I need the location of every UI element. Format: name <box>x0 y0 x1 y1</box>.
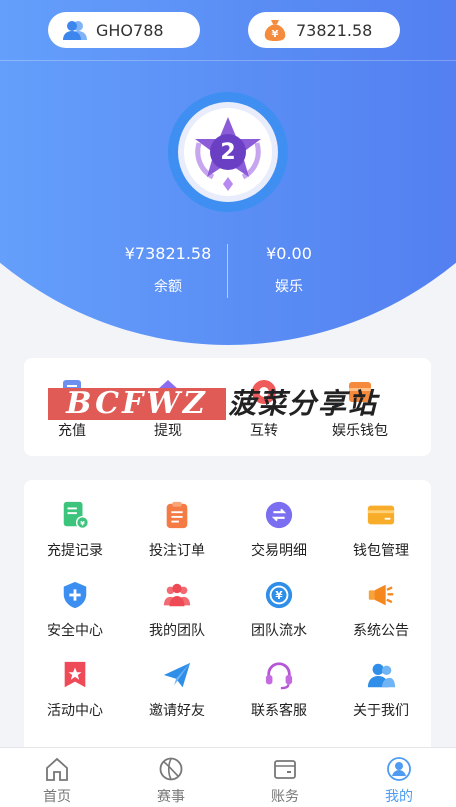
megaphone-icon <box>368 584 394 606</box>
bet-orders-icon <box>166 501 188 529</box>
profile-header: GHO788 ¥ 73821.58 2 ¥73821.58 余额 ¥0.00 娱… <box>0 0 456 345</box>
game-balance-stat[interactable]: ¥0.00 娱乐 <box>214 240 364 298</box>
withdraw-label: 提现 <box>154 423 182 439</box>
menu-label-team-flow: 团队流水 <box>251 623 307 639</box>
game-wallet-icon <box>349 382 371 402</box>
deposit-label: 充值 <box>58 423 86 439</box>
menu-item-about[interactable]: 关于我们 <box>330 640 432 720</box>
menu-item-events[interactable]: 活动中心 <box>24 640 126 720</box>
tab-label-home: 首页 <box>43 789 71 805</box>
withdraw-button[interactable]: 提现 <box>120 358 216 456</box>
menu-item-records[interactable]: ¥ 充提记录 <box>24 480 126 560</box>
team-icon <box>163 583 191 607</box>
transfer-icon <box>252 380 276 404</box>
tab-label-mine: 我的 <box>385 789 413 805</box>
menu-label-about: 关于我们 <box>353 703 409 719</box>
username-pill[interactable]: GHO788 <box>48 12 200 48</box>
money-bag-icon: ¥ <box>264 20 286 41</box>
menu-item-wallet[interactable]: 钱包管理 <box>330 480 432 560</box>
menu-label-security: 安全中心 <box>47 623 103 639</box>
withdraw-icon <box>157 380 179 404</box>
menu-label-support: 联系客服 <box>251 703 307 719</box>
menu-label-announcement: 系统公告 <box>353 623 409 639</box>
game-balance-label: 娱乐 <box>275 279 303 295</box>
username-text: GHO788 <box>96 20 164 40</box>
balance-pill[interactable]: ¥ 73821.58 <box>248 12 400 48</box>
svg-text:¥: ¥ <box>80 519 85 527</box>
transfer-label: 互转 <box>250 423 278 439</box>
menu-item-announcement[interactable]: 系统公告 <box>330 560 432 640</box>
profile-icon <box>387 757 411 781</box>
paper-plane-icon <box>163 662 191 688</box>
menu-label-wallet: 钱包管理 <box>353 543 409 559</box>
svg-text:¥: ¥ <box>275 590 283 602</box>
menu-label-transactions: 交易明细 <box>251 543 307 559</box>
game-wallet-label: 娱乐钱包 <box>332 423 388 439</box>
menu-grid-card: ¥ 充提记录 投注订单 交易明细 钱包管理 安全中心 我的团队 ¥ 团队流水 系… <box>24 480 431 770</box>
wallet-tab-icon <box>274 760 296 779</box>
tab-events[interactable]: 赛事 <box>114 748 228 807</box>
records-icon: ¥ <box>63 501 90 530</box>
tab-label-events: 赛事 <box>157 789 185 805</box>
balance-text: 73821.58 <box>296 20 373 40</box>
about-icon <box>367 663 396 688</box>
home-icon <box>46 757 68 781</box>
menu-item-team-flow[interactable]: ¥ 团队流水 <box>228 560 330 640</box>
menu-item-support[interactable]: 联系客服 <box>228 640 330 720</box>
transfer-button[interactable]: 互转 <box>216 358 312 456</box>
deposit-button[interactable]: 充值 <box>24 358 120 456</box>
header-divider <box>0 60 456 61</box>
transactions-icon <box>265 501 293 529</box>
menu-label-team: 我的团队 <box>149 623 205 639</box>
balance-stats: ¥73821.58 余额 ¥0.00 娱乐 <box>0 240 456 300</box>
event-icon <box>64 661 86 688</box>
bottom-tab-bar: 首页 赛事 账务 我的 <box>0 747 456 807</box>
team-flow-icon: ¥ <box>265 581 293 609</box>
game-balance-value: ¥0.00 <box>266 244 312 263</box>
menu-item-bet-orders[interactable]: 投注订单 <box>126 480 228 560</box>
wallet-icon <box>367 505 395 525</box>
menu-label-invite: 邀请好友 <box>149 703 205 719</box>
quick-actions-card: 充值 提现 互转 娱乐钱包 <box>24 358 431 456</box>
tab-accounts[interactable]: 账务 <box>228 748 342 807</box>
menu-item-invite[interactable]: 邀请好友 <box>126 640 228 720</box>
menu-label-bet-orders: 投注订单 <box>149 543 205 559</box>
level-badge: 2 <box>167 91 289 213</box>
tab-mine[interactable]: 我的 <box>342 748 456 807</box>
menu-item-security[interactable]: 安全中心 <box>24 560 126 640</box>
menu-item-transactions[interactable]: 交易明细 <box>228 480 330 560</box>
svg-text:¥: ¥ <box>272 29 279 40</box>
menu-label-records: 充提记录 <box>47 543 103 559</box>
user-icon <box>63 21 87 40</box>
tab-home[interactable]: 首页 <box>0 748 114 807</box>
menu-item-team[interactable]: 我的团队 <box>126 560 228 640</box>
game-wallet-button[interactable]: 娱乐钱包 <box>312 358 408 456</box>
shield-icon <box>63 581 87 609</box>
tab-label-accounts: 账务 <box>271 789 299 805</box>
ball-icon <box>159 757 183 781</box>
headset-icon <box>265 662 293 690</box>
menu-label-events: 活动中心 <box>47 703 103 719</box>
deposit-icon <box>63 380 81 404</box>
level-number: 2 <box>220 139 236 165</box>
